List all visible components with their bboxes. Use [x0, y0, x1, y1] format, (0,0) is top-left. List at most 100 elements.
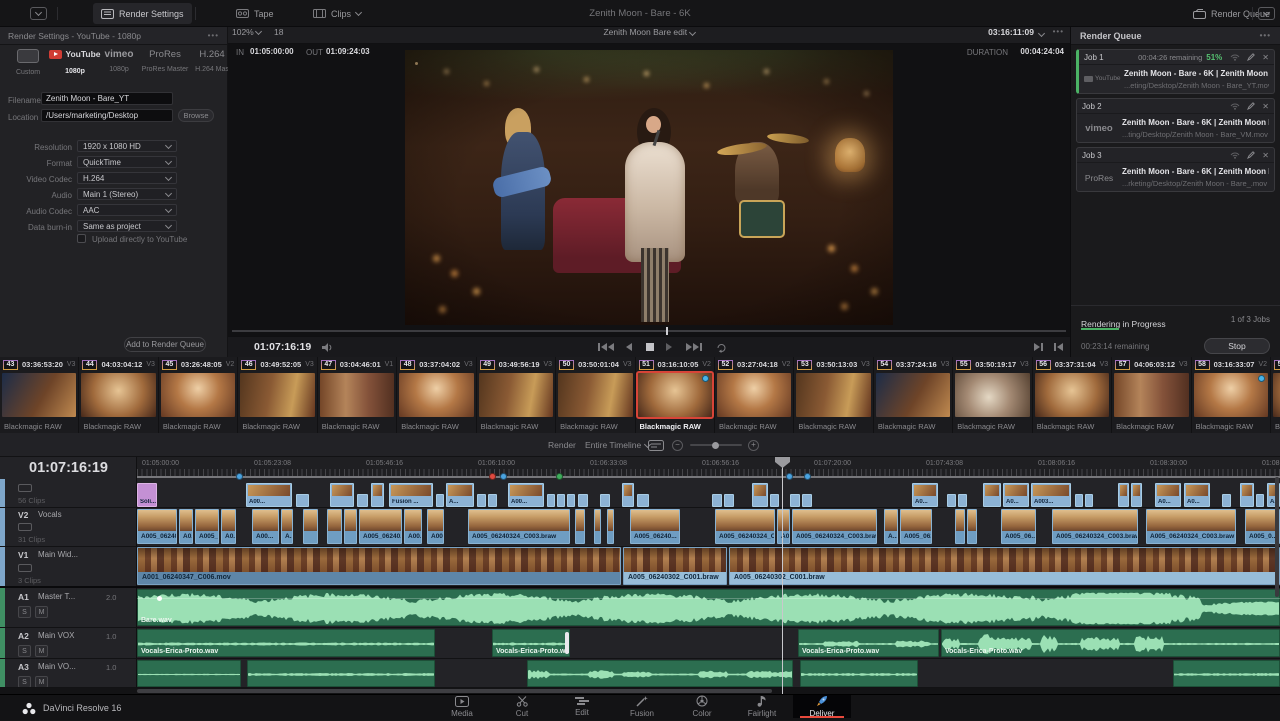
- video-preview[interactable]: [405, 50, 893, 325]
- v2-clip[interactable]: A005_06240...: [630, 509, 680, 544]
- v3-clip[interactable]: [1256, 494, 1264, 507]
- preset-vimeo[interactable]: vimeo1080p: [93, 49, 145, 73]
- render-range-select[interactable]: Entire Timeline: [585, 433, 650, 457]
- browse-button[interactable]: Browse: [178, 109, 214, 122]
- render-job-card[interactable]: Job 100:04:26 remaining51%✕YouTubeZenith…: [1076, 49, 1275, 94]
- v1-track-name[interactable]: Main Wid...: [38, 550, 78, 559]
- tape-button[interactable]: Tape: [228, 0, 282, 27]
- timeline-view-icon[interactable]: [648, 433, 664, 457]
- clip-thumbnail-cell[interactable]: 4303:36:53:20V3Blackmagic RAW: [0, 357, 79, 433]
- speaker-icon[interactable]: [322, 343, 333, 352]
- preset-prores[interactable]: ProResProRes Master: [139, 49, 191, 73]
- select-resolution[interactable]: 1920 x 1080 HD: [77, 140, 177, 152]
- v3-clip[interactable]: [622, 483, 634, 507]
- v3-clip[interactable]: [770, 494, 779, 507]
- clip-thumbnail-cell[interactable]: 5303:50:13:03V3Blackmagic RAW: [794, 357, 873, 433]
- v3-clip[interactable]: [752, 483, 768, 507]
- clip-thumbnail[interactable]: [240, 373, 314, 417]
- v1-clip[interactable]: A005_06240302_C001.braw: [623, 547, 727, 585]
- a1-solo-button[interactable]: S: [18, 606, 31, 618]
- viewer-scrub-bar[interactable]: [232, 330, 1066, 332]
- clip-thumbnail-cell[interactable]: 4503:26:48:05V2Blackmagic RAW: [159, 357, 238, 433]
- v3-clip[interactable]: [947, 494, 956, 507]
- render-settings-button[interactable]: Render Settings: [93, 3, 192, 24]
- select-data-burn-in[interactable]: Same as project: [77, 220, 177, 232]
- v2-clip[interactable]: A005_06...: [1001, 509, 1036, 544]
- edit-job-icon[interactable]: [1247, 102, 1255, 110]
- clip-thumbnail-cell[interactable]: 5603:37:31:04V3Blackmagic RAW: [1033, 357, 1112, 433]
- left-panel-toggle-icon[interactable]: [30, 7, 47, 20]
- a3-track-id[interactable]: A3: [18, 662, 29, 672]
- v2-clip[interactable]: A00...: [404, 509, 422, 544]
- clip-thumbnail[interactable]: [161, 373, 235, 417]
- v3-clip[interactable]: A0...: [1155, 483, 1181, 507]
- clip-thumbnail[interactable]: [796, 373, 870, 417]
- clip-thumbnail-cell[interactable]: 4404:03:04:12V3Blackmagic RAW: [79, 357, 158, 433]
- a2-mute-button[interactable]: M: [35, 645, 48, 657]
- clip-thumbnail[interactable]: [1194, 373, 1268, 417]
- v3-clip[interactable]: [958, 494, 967, 507]
- vertical-scrollbar[interactable]: [1275, 477, 1279, 597]
- zoom-out-button[interactable]: −: [672, 433, 683, 457]
- v2-clip[interactable]: [344, 509, 357, 544]
- clip-thumbnail-cell[interactable]: 5203:27:04:18V2Blackmagic RAW: [715, 357, 794, 433]
- fade-handle[interactable]: [565, 632, 569, 654]
- timeline-marker[interactable]: [489, 473, 496, 480]
- upload-youtube-checkbox[interactable]: [77, 234, 86, 243]
- stop-button[interactable]: [646, 343, 654, 351]
- v3-clip[interactable]: [1222, 494, 1231, 507]
- clip-thumbnail[interactable]: [2, 373, 76, 417]
- v2-clip[interactable]: A...: [281, 509, 293, 544]
- clip-thumbnail-cell[interactable]: 5803:16:33:07V2Blackmagic RAW: [1192, 357, 1271, 433]
- options-menu-icon[interactable]: •••: [208, 31, 219, 40]
- v3-clip[interactable]: [567, 494, 575, 507]
- clip-thumbnail[interactable]: [876, 373, 950, 417]
- v3-clip[interactable]: A00...: [246, 483, 292, 507]
- add-to-render-queue-button[interactable]: Add to Render Queue: [124, 337, 206, 352]
- clip-thumbnail[interactable]: [955, 373, 1029, 417]
- v3-clip[interactable]: [600, 494, 610, 507]
- timeline-marker[interactable]: [804, 473, 811, 480]
- clip-thumbnail[interactable]: [399, 373, 473, 417]
- v2-clip[interactable]: [327, 509, 342, 544]
- v3-clip[interactable]: [802, 494, 812, 507]
- filename-input[interactable]: Zenith Moon - Bare_YT: [41, 92, 173, 105]
- v3-clip[interactable]: [1131, 483, 1142, 507]
- v2-clip[interactable]: A005_...: [195, 509, 219, 544]
- remove-job-icon[interactable]: ✕: [1262, 53, 1269, 62]
- v3-clip[interactable]: A0...: [1184, 483, 1210, 507]
- clip-thumbnail[interactable]: [717, 373, 791, 417]
- v3-clip[interactable]: [357, 494, 368, 507]
- v3-clip[interactable]: [1118, 483, 1129, 507]
- a1-mute-button[interactable]: M: [35, 606, 48, 618]
- v1-track-id[interactable]: V1: [18, 550, 28, 560]
- v2-clip[interactable]: A005_06240324_C003.braw: [468, 509, 570, 544]
- v3-clip[interactable]: [790, 494, 800, 507]
- tab-cut[interactable]: Cut: [493, 695, 551, 718]
- v2-clip[interactable]: A0...: [179, 509, 193, 544]
- edit-job-icon[interactable]: [1247, 53, 1255, 61]
- play-reverse-button[interactable]: [626, 343, 632, 351]
- clip-thumbnail-cell[interactable]: 4903:49:56:19V3Blackmagic RAW: [477, 357, 556, 433]
- select-format[interactable]: QuickTime: [77, 156, 177, 168]
- v3-clip[interactable]: [1075, 494, 1083, 507]
- v3-clip[interactable]: A00...: [508, 483, 544, 507]
- v2-track-id[interactable]: V2: [18, 510, 28, 520]
- v2-clip[interactable]: A00...: [252, 509, 279, 544]
- v2-clip[interactable]: [955, 509, 965, 544]
- a3-clip[interactable]: [800, 660, 918, 687]
- select-audio-codec[interactable]: AAC: [77, 204, 177, 216]
- a1-track-id[interactable]: A1: [18, 592, 29, 602]
- a2-solo-button[interactable]: S: [18, 645, 31, 657]
- v2-track-name[interactable]: Vocals: [38, 510, 62, 519]
- clip-thumbnail[interactable]: [479, 373, 553, 417]
- upload-icon[interactable]: [1230, 102, 1240, 110]
- timeline-select[interactable]: Zenith Moon Bare edit: [228, 27, 1070, 37]
- v2-clip[interactable]: A00...: [427, 509, 444, 544]
- v2-clip[interactable]: A005_06240...: [137, 509, 177, 544]
- a3-clip[interactable]: [527, 660, 793, 687]
- timeline-marker[interactable]: [786, 473, 793, 480]
- clip-thumbnail-cell[interactable]: 4803:37:04:02V3Blackmagic RAW: [397, 357, 476, 433]
- clip-thumbnail-cell[interactable]: 5503:50:19:17V3Blackmagic RAW: [953, 357, 1032, 433]
- scrub-playhead[interactable]: [666, 327, 668, 335]
